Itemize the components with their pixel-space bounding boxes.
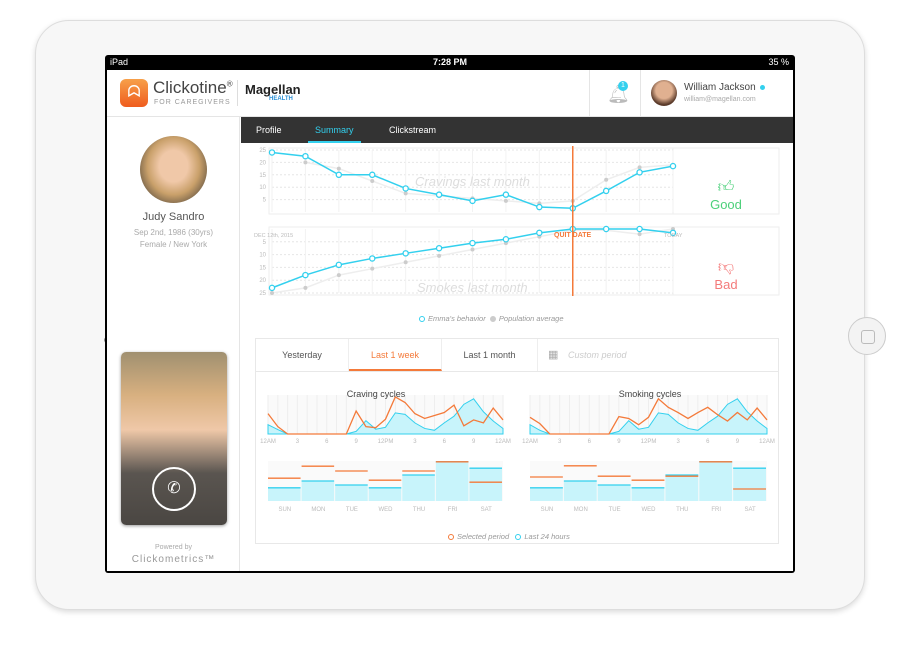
population-point xyxy=(303,160,308,165)
period-selector: Yesterday Last 1 week Last 1 month ▦ Cus… xyxy=(256,339,778,372)
y-tick-label: 5 xyxy=(263,198,267,204)
population-point xyxy=(437,253,442,258)
population-point xyxy=(503,198,508,203)
cycles-legend: Selected period Last 24 hours xyxy=(448,532,570,541)
bad-verdict: 👎︎ Bad xyxy=(673,258,779,292)
population-point xyxy=(370,266,375,271)
emma-point xyxy=(469,197,476,205)
emma-point xyxy=(669,162,677,170)
y-tick-label: 10 xyxy=(259,185,266,191)
emma-point xyxy=(502,191,510,198)
emma-point xyxy=(469,239,476,247)
last24-legend-label: Last 24 hours xyxy=(524,532,570,541)
start-date-label: DEC 12th, 2015 xyxy=(254,233,294,239)
population-point xyxy=(303,285,308,290)
y-tick-label: 25 xyxy=(259,148,266,154)
craving-cycles-title: Craving cycles xyxy=(346,389,406,399)
population-point xyxy=(270,291,274,295)
y-tick-label: 20 xyxy=(259,278,266,284)
clock: 7:28 PM xyxy=(432,57,467,67)
population-point xyxy=(637,232,642,237)
smoking-cycles-title: Smoking cycles xyxy=(618,389,682,399)
emma-point xyxy=(302,152,309,160)
emma-point xyxy=(536,229,543,237)
app: ᗣ Clickotine® FOR CAREGIVERS Magellan HE… xyxy=(107,70,793,571)
population-point xyxy=(637,165,642,170)
emma-point xyxy=(602,187,610,195)
emma-point xyxy=(602,225,610,233)
custom-period-input[interactable]: Custom period xyxy=(568,339,627,371)
battery: 35 % xyxy=(768,57,789,67)
emma-point xyxy=(335,261,343,269)
thumbs-down-icon: 👎︎ xyxy=(717,259,735,276)
period-yesterday[interactable]: Yesterday xyxy=(256,339,349,371)
y-tick-label: 25 xyxy=(259,291,266,297)
y-tick-label: 15 xyxy=(259,265,266,271)
last24-legend-marker xyxy=(515,534,522,541)
period-last-month[interactable]: Last 1 month xyxy=(442,339,538,371)
population-point xyxy=(470,247,475,252)
today-label: TODAY xyxy=(664,233,683,239)
y-tick-label: 15 xyxy=(259,173,266,179)
emma-point xyxy=(636,225,643,233)
emma-point xyxy=(268,284,276,292)
emma-point xyxy=(435,244,443,252)
emma-legend-marker xyxy=(419,316,425,323)
emma-point xyxy=(402,250,409,257)
calendar-icon[interactable]: ▦ xyxy=(548,348,558,361)
emma-point xyxy=(335,171,343,179)
emma-point xyxy=(536,203,543,211)
y-tick-label: 10 xyxy=(259,253,266,259)
smokes-chart-title: Smokes last month xyxy=(417,280,528,295)
emma-point xyxy=(302,271,309,279)
thumbs-up-icon: 👍︎ xyxy=(717,179,735,196)
quit-date-label: QUIT DATE xyxy=(554,232,592,239)
home-button[interactable] xyxy=(848,317,886,355)
population-point xyxy=(403,260,408,265)
period-last-week[interactable]: Last 1 week xyxy=(349,339,442,371)
emma-point xyxy=(368,171,376,179)
overview-legend: Emma's behavior Population average xyxy=(419,314,564,323)
good-verdict: 👍︎ Good xyxy=(673,178,779,212)
emma-point xyxy=(368,255,376,262)
screen: iPad 7:28 PM 35 % ᗣ Clickotine® FOR CARE… xyxy=(105,55,795,573)
emma-point xyxy=(502,235,510,243)
population-legend-label: Population average xyxy=(498,314,564,323)
population-point xyxy=(403,191,408,196)
population-point xyxy=(336,166,341,171)
status-bar: iPad 7:28 PM 35 % xyxy=(105,55,795,70)
population-point xyxy=(370,179,375,183)
emma-point xyxy=(636,169,643,176)
selected-legend-marker xyxy=(448,534,454,541)
population-point xyxy=(604,177,609,182)
population-legend-marker xyxy=(489,316,496,323)
emma-point xyxy=(402,185,409,192)
emma-legend-label: Emma's behavior xyxy=(428,314,486,323)
cycles-panel: Yesterday Last 1 week Last 1 month ▦ Cus… xyxy=(255,338,779,544)
y-tick-label: 5 xyxy=(263,240,267,246)
emma-point xyxy=(435,191,443,198)
y-tick-label: 20 xyxy=(259,160,266,166)
cravings-chart-title: Cravings last month xyxy=(415,174,530,189)
population-point xyxy=(336,273,341,278)
emma-point xyxy=(268,149,276,156)
selected-legend-label: Selected period xyxy=(457,532,510,541)
